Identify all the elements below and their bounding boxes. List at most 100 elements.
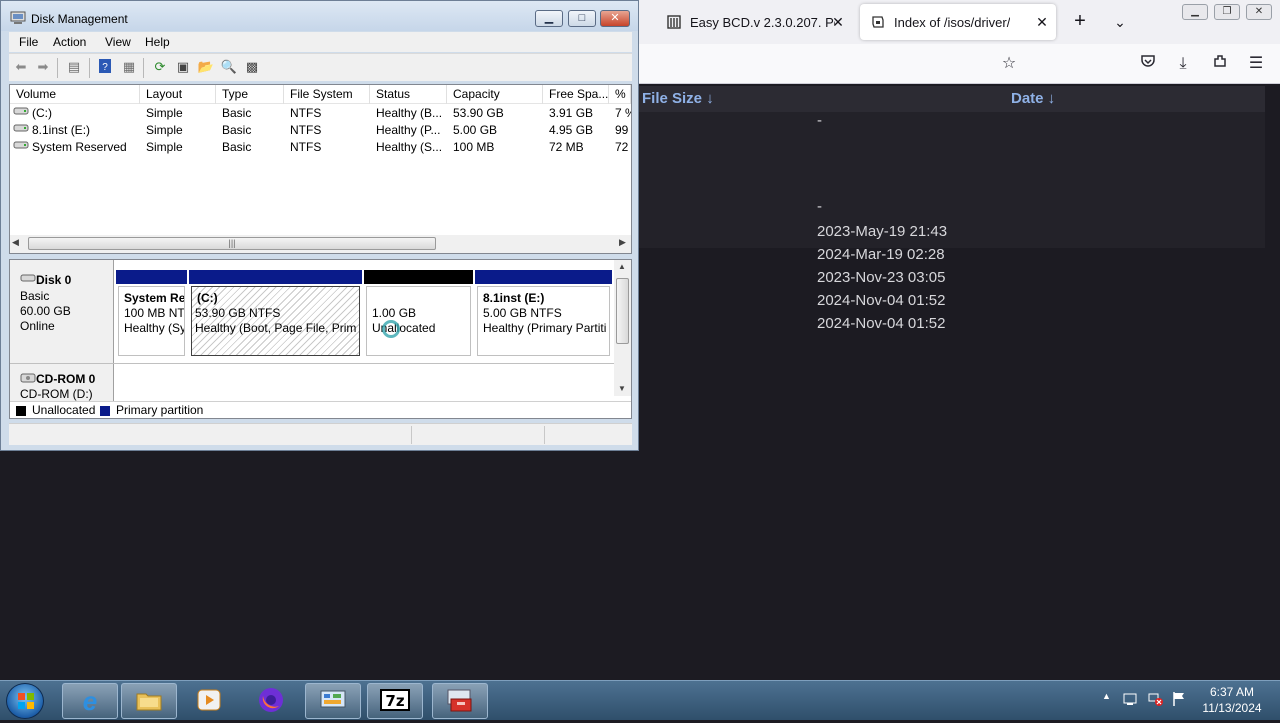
scroll-up-icon[interactable]: ▲: [618, 262, 626, 271]
volume-free-space: 4.95 GB: [549, 123, 594, 137]
partition-system-reserved[interactable]: System Re 100 MB NT Healthy (Sy: [116, 270, 187, 358]
extensions-icon[interactable]: [1209, 53, 1231, 75]
status-bar: [9, 423, 632, 445]
table-row: 2023-Nov-23 03:05: [817, 269, 946, 286]
menu-icon[interactable]: ☰: [1245, 53, 1267, 75]
scroll-right-icon[interactable]: ▶: [619, 237, 626, 248]
close-icon[interactable]: ✕: [1034, 14, 1050, 30]
refresh-icon[interactable]: ⟳: [151, 58, 169, 76]
column-type[interactable]: Type: [216, 85, 284, 104]
menu-help[interactable]: Help: [145, 35, 170, 49]
settings-icon[interactable]: ▩: [243, 58, 261, 76]
table-row[interactable]: (C:) Simple Basic NTFS Healthy (B... 53.…: [10, 105, 631, 122]
open-folder-icon[interactable]: 📂: [197, 58, 215, 76]
show-hidden-icons-button[interactable]: ▲: [1102, 691, 1111, 701]
column-file-size[interactable]: File Size ↓: [642, 90, 714, 107]
properties-pane-icon[interactable]: ▦: [120, 58, 138, 76]
new-tab-button[interactable]: +: [1068, 10, 1092, 34]
scrollbar-thumb[interactable]: |||: [28, 237, 436, 250]
partition-bar: [364, 270, 473, 284]
scroll-down-icon[interactable]: ▼: [618, 384, 626, 393]
volume-file-system: NTFS: [290, 140, 322, 154]
taskbar-media-player[interactable]: [181, 683, 237, 719]
volume-percent-free: 7 %: [615, 106, 631, 120]
pocket-icon[interactable]: [1137, 53, 1159, 75]
minimize-button[interactable]: ▁: [1182, 4, 1208, 20]
list-all-tabs-button[interactable]: ⌄: [1108, 10, 1132, 34]
tab-index-isos-driver[interactable]: Index of /isos/driver/ ✕: [860, 4, 1056, 40]
partition-bar: [189, 270, 362, 284]
taskbar-control-panel[interactable]: [305, 683, 361, 719]
cdrom-0-info[interactable]: CD-ROM 0 CD-ROM (D:): [10, 364, 114, 401]
column-file-system[interactable]: File System: [284, 85, 370, 104]
partition-size: 53.90 GB NTFS: [195, 306, 281, 320]
partition-body: System Re 100 MB NT Healthy (Sy: [118, 286, 185, 356]
column-capacity[interactable]: Capacity: [447, 85, 543, 104]
scrollbar-thumb[interactable]: [616, 278, 629, 344]
close-button[interactable]: ✕: [600, 10, 630, 27]
column-volume[interactable]: Volume: [10, 85, 140, 104]
tab-title: Easy BCD.v 2.3.0.207. Portal: [690, 14, 835, 30]
toolbar-separator: [143, 58, 144, 78]
mouse-cursor-icon: [382, 320, 400, 338]
partition-unallocated[interactable]: 1.00 GB Unallocated: [364, 270, 473, 358]
minimize-button[interactable]: ▁: [535, 10, 563, 27]
horizontal-scrollbar[interactable]: ◀ ||| ▶: [10, 235, 631, 253]
network-disconnected-icon[interactable]: [1147, 691, 1163, 710]
forward-arrow-icon[interactable]: ➡: [34, 58, 52, 76]
table-row[interactable]: System Reserved Simple Basic NTFS Health…: [10, 139, 631, 156]
scroll-left-icon[interactable]: ◀: [12, 237, 19, 248]
start-button[interactable]: [6, 683, 44, 719]
control-panel-icon: [319, 688, 347, 715]
restore-button[interactable]: ❐: [1214, 4, 1240, 20]
partition-8-1inst-e[interactable]: 8.1inst (E:) 5.00 GB NTFS Healthy (Prima…: [475, 270, 612, 358]
rescan-disks-icon[interactable]: ▣: [174, 58, 192, 76]
vertical-scrollbar[interactable]: ▲ ▼: [614, 260, 631, 396]
7zip-icon: 7z: [380, 688, 410, 715]
volume-list-header: Volume Layout Type File System Status Ca…: [10, 85, 631, 104]
server-icon: [870, 14, 886, 30]
menu-bar: File Action View Help: [9, 32, 632, 52]
column-free-space[interactable]: Free Spa...: [543, 85, 609, 104]
disk-0-info[interactable]: Disk 0 Basic 60.00 GB Online: [10, 260, 114, 363]
column-date[interactable]: Date ↓: [1011, 90, 1055, 107]
bookmark-star-icon[interactable]: ☆: [998, 53, 1020, 75]
partition-name: 8.1inst (E:): [483, 291, 545, 305]
back-arrow-icon[interactable]: ⬅: [12, 58, 30, 76]
show-hide-console-tree-icon[interactable]: ▤: [65, 58, 83, 76]
title-bar: Disk Management ▁ □ ✕: [1, 1, 638, 31]
partition-body: (C:) 53.90 GB NTFS Healthy (Boot, Page F…: [191, 286, 360, 356]
disk-management-window: Disk Management ▁ □ ✕ File Action View H…: [0, 0, 639, 451]
menu-action[interactable]: Action: [53, 35, 86, 49]
system-clock[interactable]: 6:37 AM 11/13/2024: [1196, 684, 1268, 716]
taskbar-7zip[interactable]: 7z: [367, 683, 423, 719]
partition-c[interactable]: (C:) 53.90 GB NTFS Healthy (Boot, Page F…: [189, 270, 362, 358]
menu-file[interactable]: File: [19, 35, 38, 49]
column-percent-free[interactable]: % F: [609, 85, 631, 104]
taskbar-internet-explorer[interactable]: e: [62, 683, 118, 719]
menu-view[interactable]: View: [105, 35, 131, 49]
close-window-button[interactable]: ✕: [1246, 4, 1272, 20]
taskbar-disk-management[interactable]: [432, 683, 488, 719]
volume-capacity: 53.90 GB: [453, 106, 504, 120]
table-row[interactable]: 8.1inst (E:) Simple Basic NTFS Healthy (…: [10, 122, 631, 139]
taskbar-file-explorer[interactable]: [121, 683, 177, 719]
tab-easybcd[interactable]: Easy BCD.v 2.3.0.207. Portal ✕: [656, 4, 852, 40]
downloads-icon[interactable]: ⤓: [1172, 53, 1194, 75]
taskbar-firefox[interactable]: [243, 683, 299, 719]
help-icon[interactable]: ?: [96, 58, 114, 76]
media-player-icon: [196, 688, 222, 715]
legend-unallocated: Unallocated: [32, 403, 96, 417]
flag-icon[interactable]: [1172, 691, 1186, 710]
column-layout[interactable]: Layout: [140, 85, 216, 104]
legend-swatch-primary: [100, 406, 110, 416]
partition-status: Healthy (Primary Partiti: [483, 321, 607, 335]
partition-size: 100 MB NT: [124, 306, 185, 320]
column-status[interactable]: Status: [370, 85, 447, 104]
maximize-button[interactable]: □: [568, 10, 596, 27]
search-icon[interactable]: 🔍: [220, 58, 238, 76]
action-center-icon[interactable]: [1122, 691, 1138, 710]
table-row: -: [817, 112, 822, 129]
toolbox-icon: [445, 687, 475, 716]
close-icon[interactable]: ✕: [830, 14, 846, 30]
